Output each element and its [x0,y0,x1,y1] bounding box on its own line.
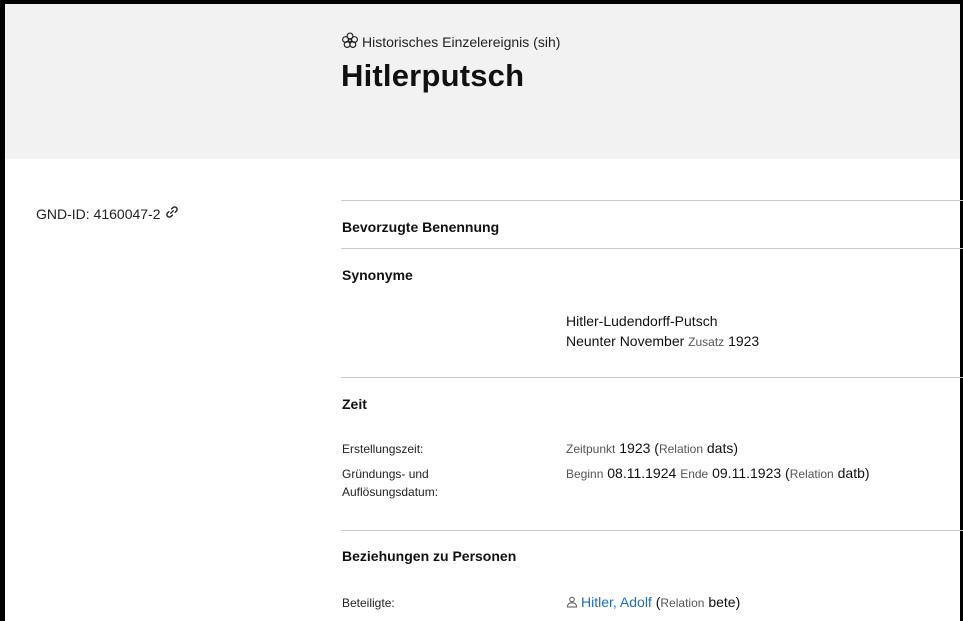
relation-label: Relation [658,442,703,456]
divider [341,530,963,531]
founding-date-label: Gründungs- und Auflösungsdatum: [342,465,438,501]
synonym-1: Hitler-Ludendorff-Putsch [566,313,718,329]
section-preferred-name: Bevorzugte Benennung [342,219,500,235]
relation-label: Relation [660,596,705,610]
paren-close: ) [733,440,739,456]
divider [341,248,963,249]
gnd-id-label: GND-ID: 4160047-2 [36,205,161,222]
divider [341,377,963,378]
relation-code: bete [708,594,736,610]
qualifier: Beginn [566,467,604,481]
person-icon [566,593,578,608]
qualifier: Ende [680,467,709,481]
entity-type: Historisches Einzelereignis (sih) [341,31,560,52]
value: 09.11.1923 [712,465,782,481]
creation-time-value: Zeitpunkt 1923 (Relation dats) [566,438,738,459]
paren-close: ) [735,594,741,610]
participants-label: Beteiligte: [342,596,395,610]
link-icon[interactable] [165,205,179,222]
creation-time-label: Erstellungszeit: [342,442,424,456]
synonym-2-value: 1923 [728,333,760,349]
founding-date-label-line2: Auflösungsdatum: [342,485,439,499]
value: 1923 [619,440,651,456]
paren-close: ) [864,465,870,481]
section-synonyms: Synonyme [342,267,413,283]
synonym-2-qualifier: Zusatz [688,335,725,349]
founding-date-label-line1: Gründungs- und [342,467,429,481]
participant-entry: Hitler, Adolf (Relation bete) [566,592,740,613]
gnd-id: GND-ID: 4160047-2 [36,205,179,222]
page-title: Hitlerputsch [341,58,525,93]
relation-code: dats [706,440,734,456]
divider [341,200,963,201]
person-link[interactable]: Hitler, Adolf [581,594,652,610]
relation-code: datb [837,465,865,481]
entity-type-label: Historisches Einzelereignis (sih) [362,33,561,50]
synonym-2: Neunter November Zusatz 1923 [566,331,759,352]
section-time: Zeit [342,396,367,412]
founding-date-value: Beginn 08.11.1924 Ende 09.11.1923 (Relat… [566,463,870,484]
value: 08.11.1924 [607,465,677,481]
relation-label: Relation [789,467,834,481]
qualifier: Zeitpunkt [566,442,616,456]
synonym-2-text: Neunter November [566,333,685,349]
event-icon [341,31,359,52]
section-person-relations: Beziehungen zu Personen [342,548,517,564]
